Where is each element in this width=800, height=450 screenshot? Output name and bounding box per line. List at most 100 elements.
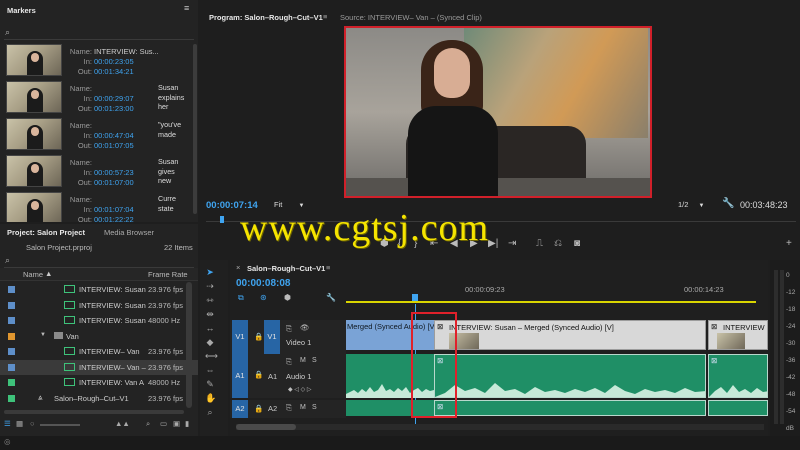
add-button-icon[interactable]: + xyxy=(786,238,792,249)
wrench-icon[interactable]: 🔧 xyxy=(722,198,734,209)
marker-item[interactable]: Name: In: 00:00:47:04 Out: 00:01:07:05 "you'v… xyxy=(0,118,195,155)
keyframe-icon[interactable]: ◆ ◁ ◇ ▷ xyxy=(288,386,311,393)
step-forward-icon[interactable]: ▶| xyxy=(488,238,498,249)
marker-item[interactable]: Name: In: 00:00:29:07 Out: 00:01:23:00 Susan … xyxy=(0,81,195,118)
marker-out-time[interactable]: 00:01:22:22 xyxy=(94,215,134,222)
rolling-edit-icon[interactable]: ⇹ xyxy=(205,310,215,319)
a1-source-patch[interactable]: A1 xyxy=(232,354,248,398)
a2-target[interactable]: A2 xyxy=(268,404,277,413)
project-item-row[interactable]: ⩓ Salon–Rough–Cut–V1 23.976 fps xyxy=(0,391,198,406)
slide-icon[interactable]: ⇔ xyxy=(205,366,215,375)
timeline-scroll-thumb[interactable] xyxy=(236,424,296,430)
resolution-dropdown[interactable]: 1/2 ▼ xyxy=(678,200,704,209)
tab-program[interactable]: Program: Salon–Rough–Cut–V1 xyxy=(209,13,323,22)
project-item-row[interactable]: INTERVIEW: Van A 48000 Hz xyxy=(0,375,198,390)
audio-clip-a1-2[interactable]: ⊠ xyxy=(434,354,706,398)
automate-icon[interactable]: ▲▲ xyxy=(115,419,130,428)
solo-button[interactable]: S xyxy=(312,404,317,411)
label-color-swatch[interactable] xyxy=(8,394,15,402)
a1-target[interactable]: A1 xyxy=(268,372,277,381)
marker-out-time[interactable]: 00:01:07:00 xyxy=(94,178,134,187)
marker-in-time[interactable]: 00:00:23:05 xyxy=(94,57,134,66)
label-color-swatch[interactable] xyxy=(8,332,15,340)
project-hscroll[interactable] xyxy=(4,410,184,414)
playhead-head[interactable] xyxy=(412,294,418,301)
marker-out-time[interactable]: 00:01:34:21 xyxy=(94,67,134,76)
sync-lock-icon[interactable]: ⎘ xyxy=(286,324,292,334)
sync-lock-icon[interactable]: ⎘ xyxy=(286,357,292,367)
lock-icon[interactable]: 🔒 xyxy=(254,370,263,379)
go-to-out-icon[interactable]: ⇥ xyxy=(508,238,516,249)
markers-search[interactable]: ⌕ xyxy=(4,26,194,40)
mute-button[interactable]: M xyxy=(300,404,306,411)
project-item-row[interactable]: INTERVIEW– Van –23.976 fps xyxy=(0,359,198,375)
project-item-row[interactable]: INTERVIEW– Van 23.976 fps xyxy=(0,344,198,359)
hand-icon[interactable]: ✋ xyxy=(205,394,216,403)
column-frame-rate[interactable]: Frame Rate xyxy=(148,270,188,279)
label-color-swatch[interactable] xyxy=(8,286,15,293)
marker-in-time[interactable]: 00:00:29:07 xyxy=(94,94,134,103)
project-item-row[interactable]: INTERVIEW: Susan 48000 Hz xyxy=(0,313,198,328)
selection-tool-icon[interactable]: ➤ xyxy=(205,268,215,277)
sync-lock-icon[interactable]: ⎘ xyxy=(286,403,292,413)
tab-timeline[interactable]: Salon–Rough–Cut–V1 xyxy=(247,264,325,273)
extract-icon[interactable]: ⎌ xyxy=(554,238,562,249)
snap-icon[interactable]: ⧉ xyxy=(238,293,244,303)
marker-out-time[interactable]: 00:01:23:00 xyxy=(94,104,134,113)
export-frame-icon[interactable]: ◙ xyxy=(574,238,580,249)
icon-view-icon[interactable]: ▦ xyxy=(16,419,23,428)
pen-icon[interactable]: ✎ xyxy=(205,380,215,389)
label-color-swatch[interactable] xyxy=(8,348,15,355)
v1-target[interactable]: V1 xyxy=(264,320,280,354)
timeline-settings-icon[interactable]: 🔧 xyxy=(326,293,336,302)
timeline-timecode[interactable]: 00:00:08:08 xyxy=(236,278,290,289)
label-color-swatch[interactable] xyxy=(8,301,15,309)
v1-source-patch[interactable]: V1 xyxy=(232,320,248,354)
video-clip-2[interactable]: ⊠ INTERVIEW: Susan – Merged (Synced Audi… xyxy=(434,320,706,350)
timeline-menu-icon[interactable]: ≡ xyxy=(326,263,330,272)
audio-clip-a2-2[interactable]: ⊠ xyxy=(434,400,706,416)
slip-icon[interactable]: ⟷ xyxy=(205,352,218,361)
marker-item[interactable]: Name: In: 00:00:57:23 Out: 00:01:07:00 Susan … xyxy=(0,155,195,192)
new-item-icon[interactable]: ▣ xyxy=(173,419,180,428)
project-item-row[interactable]: INTERVIEW: Susan 23.976 fps xyxy=(0,298,198,313)
a2-source-patch[interactable]: A2 xyxy=(232,400,248,418)
video-clip-3[interactable]: ⊠ INTERVIEW xyxy=(708,320,768,350)
ripple-edit-icon[interactable]: ⇿ xyxy=(205,296,215,305)
zoom-icon[interactable]: ⌕ xyxy=(205,408,215,417)
timeline-close-icon[interactable]: × xyxy=(236,263,240,272)
solo-button[interactable]: S xyxy=(312,357,317,364)
zoom-slider[interactable] xyxy=(40,424,80,426)
panel-menu-icon[interactable]: ≡ xyxy=(184,3,189,13)
marker-in-time[interactable]: 00:00:57:23 xyxy=(94,168,134,177)
audio-clip-a1-3[interactable]: ⊠ xyxy=(708,354,768,398)
lock-icon[interactable]: 🔒 xyxy=(254,404,263,413)
tab-project[interactable]: Project: Salon Project xyxy=(7,228,85,237)
playhead-marker[interactable] xyxy=(220,216,224,223)
marker-item[interactable]: Name: In: 00:01:07:04 Out: 00:01:22:22 Curre … xyxy=(0,192,195,222)
rate-stretch-icon[interactable]: ↔ xyxy=(205,324,215,333)
audio-clip-a2-3[interactable] xyxy=(708,400,768,416)
razor-icon[interactable]: ◆ xyxy=(205,338,215,347)
time-ruler[interactable]: 00:00:09:23 00:00:14:23 xyxy=(346,278,768,306)
trash-icon[interactable]: ▮ xyxy=(185,419,189,428)
disclosure-triangle-icon[interactable]: ▼ xyxy=(40,332,46,338)
marker-item[interactable]: Name: INTERVIEW: Sus... In: 00:00:23:05 Out:… xyxy=(0,44,195,81)
linked-selection-icon[interactable]: ⊛ xyxy=(260,293,267,302)
mute-button[interactable]: M xyxy=(300,357,306,364)
track-select-icon[interactable]: ⇢ xyxy=(205,282,215,291)
marker-in-time[interactable]: 00:01:07:04 xyxy=(94,205,134,214)
marker-out-time[interactable]: 00:01:07:05 xyxy=(94,141,134,150)
lock-icon[interactable]: 🔒 xyxy=(254,332,263,341)
eye-icon[interactable]: 👁 xyxy=(300,323,310,332)
project-search[interactable]: ⌕ xyxy=(4,255,194,268)
program-menu-icon[interactable]: ≡ xyxy=(323,12,327,21)
project-scrollbar[interactable] xyxy=(186,282,192,408)
new-bin-icon[interactable]: ▭ xyxy=(160,419,167,428)
markers-scrollbar[interactable] xyxy=(193,44,197,214)
find-icon[interactable]: ⌕ xyxy=(146,419,150,429)
label-color-swatch[interactable] xyxy=(8,317,15,324)
lift-icon[interactable]: ⎍ xyxy=(536,238,543,249)
add-marker-icon[interactable]: ⬢ xyxy=(284,293,291,302)
column-name[interactable]: Name xyxy=(23,270,43,279)
